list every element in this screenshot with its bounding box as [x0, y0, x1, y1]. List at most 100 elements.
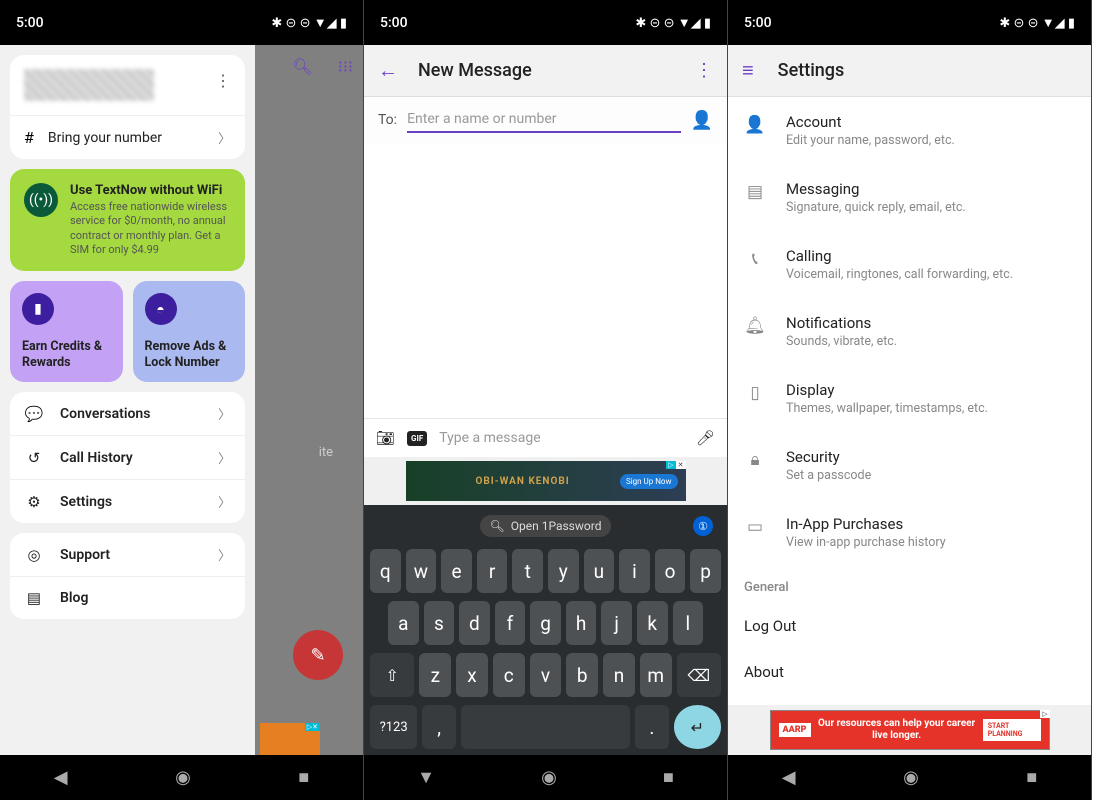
key-s[interactable]: s: [424, 601, 455, 645]
key-d[interactable]: d: [459, 601, 490, 645]
key-m[interactable]: m: [640, 653, 672, 697]
home-button[interactable]: ◉: [541, 767, 557, 788]
key-f[interactable]: f: [495, 601, 526, 645]
message-input[interactable]: Type a message: [439, 430, 684, 446]
earn-credits-tile[interactable]: ▮ Earn Credits & Rewards: [10, 281, 123, 382]
promo-subtitle: Access free nationwide wireless service …: [70, 200, 231, 257]
key-symbols[interactable]: ?123: [370, 705, 417, 749]
security-subtitle: Set a passcode: [786, 468, 871, 483]
key-l[interactable]: l: [673, 601, 704, 645]
home-button[interactable]: ◉: [903, 767, 919, 788]
about-item[interactable]: About: [728, 649, 1091, 695]
keyboard-row-1: q w e r t y u i o p: [370, 549, 721, 593]
back-arrow-icon[interactable]: ←: [378, 58, 398, 83]
system-nav-bar: ▼ ◉ ■: [364, 755, 727, 800]
kebab-icon[interactable]: ⋮: [695, 60, 713, 81]
wallet-icon: ▮: [22, 293, 54, 325]
kebab-icon[interactable]: ⋮: [215, 71, 231, 90]
call-history-item[interactable]: ↺ Call History 〉: [10, 435, 245, 479]
adchoices-icon[interactable]: ▷: [1040, 710, 1049, 718]
key-n[interactable]: n: [603, 653, 635, 697]
settings-list[interactable]: 👤 AccountEdit your name, password, etc. …: [728, 97, 1091, 705]
key-period[interactable]: .: [635, 705, 669, 749]
bring-number-label: Bring your number: [48, 130, 204, 146]
page-title: New Message: [418, 60, 675, 81]
chevron-right-icon: 〉: [218, 492, 231, 511]
key-enter[interactable]: ↵: [674, 705, 721, 749]
recipient-input[interactable]: [407, 107, 681, 133]
recents-button[interactable]: ■: [298, 767, 309, 788]
sim-promo-card[interactable]: ((•)) Use TextNow without WiFi Access fr…: [10, 169, 245, 271]
logout-item[interactable]: Log Out: [728, 603, 1091, 649]
screen-content: ≡ Settings 👤 AccountEdit your name, pass…: [728, 45, 1091, 755]
messaging-item[interactable]: ▤ MessagingSignature, quick reply, email…: [728, 164, 1091, 231]
hamburger-icon[interactable]: ≡: [742, 58, 754, 83]
security-item[interactable]: 🔒︎ SecuritySet a passcode: [728, 432, 1091, 499]
remove-ads-tile[interactable]: ◓ Remove Ads & Lock Number: [133, 281, 246, 382]
notifications-item[interactable]: 🔔︎ NotificationsSounds, vibrate, etc.: [728, 298, 1091, 365]
lock-icon: 🔒︎: [744, 450, 766, 470]
key-h[interactable]: h: [566, 601, 597, 645]
key-g[interactable]: g: [530, 601, 561, 645]
purchases-item[interactable]: ▭ In-App PurchasesView in-app purchase h…: [728, 499, 1091, 566]
key-q[interactable]: q: [370, 549, 401, 593]
conversations-item[interactable]: 💬 Conversations 〉: [10, 392, 245, 435]
key-backspace[interactable]: ⌫: [677, 653, 721, 697]
key-x[interactable]: x: [456, 653, 488, 697]
search-icon[interactable]: 🔍︎: [292, 57, 312, 76]
key-k[interactable]: k: [637, 601, 668, 645]
key-u[interactable]: u: [584, 549, 615, 593]
key-e[interactable]: e: [441, 549, 472, 593]
key-c[interactable]: c: [493, 653, 525, 697]
contact-icon[interactable]: 👤: [691, 110, 713, 131]
keyboard-row-3: ⇧ z x c v b n m ⌫: [370, 653, 721, 697]
ad-logo: AARP: [779, 723, 811, 737]
home-button[interactable]: ◉: [175, 767, 191, 788]
settings-item[interactable]: ⚙ Settings 〉: [10, 479, 245, 523]
camera-icon[interactable]: 📷︎: [376, 429, 395, 447]
key-v[interactable]: v: [530, 653, 562, 697]
gif-icon[interactable]: GIF: [407, 431, 427, 446]
key-r[interactable]: r: [477, 549, 508, 593]
key-shift[interactable]: ⇧: [370, 653, 414, 697]
key-a[interactable]: a: [388, 601, 419, 645]
key-b[interactable]: b: [566, 653, 598, 697]
display-subtitle: Themes, wallpaper, timestamps, etc.: [786, 401, 988, 416]
recents-button[interactable]: ■: [663, 767, 674, 788]
mic-icon[interactable]: 🎤︎: [696, 429, 715, 447]
key-o[interactable]: o: [655, 549, 686, 593]
ad-banner[interactable]: OBI-WAN KENOBI Sign Up Now ▷✕: [406, 461, 686, 501]
account-item[interactable]: 👤 AccountEdit your name, password, etc.: [728, 97, 1091, 164]
back-button[interactable]: ◀: [54, 767, 68, 788]
ad-banner[interactable]: AARP Our resources can help your career …: [770, 710, 1050, 750]
back-button[interactable]: ▼: [417, 767, 435, 788]
display-item[interactable]: ▯ DisplayThemes, wallpaper, timestamps, …: [728, 365, 1091, 432]
adchoices-icon[interactable]: ▷✕: [666, 461, 685, 469]
onepassword-icon[interactable]: ①: [693, 516, 713, 536]
app-bar: ← New Message ⋮: [364, 45, 727, 97]
key-z[interactable]: z: [419, 653, 451, 697]
back-button[interactable]: ◀: [782, 767, 796, 788]
key-p[interactable]: p: [690, 549, 721, 593]
onepassword-chip[interactable]: 🔍︎Open 1Password: [480, 515, 612, 537]
compose-fab[interactable]: ✎: [293, 630, 343, 680]
recents-button[interactable]: ■: [1026, 767, 1037, 788]
key-j[interactable]: j: [601, 601, 632, 645]
blog-item[interactable]: ▤ Blog: [10, 576, 245, 619]
key-i[interactable]: i: [619, 549, 650, 593]
ad-container: AARP Our resources can help your career …: [728, 705, 1091, 755]
key-w[interactable]: w: [406, 549, 437, 593]
calling-item[interactable]: 📞︎ CallingVoicemail, ringtones, call for…: [728, 231, 1091, 298]
key-t[interactable]: t: [512, 549, 543, 593]
bring-number-row[interactable]: # Bring your number 〉: [10, 115, 245, 159]
ad-cta[interactable]: START PLANNING: [983, 719, 1041, 741]
key-comma[interactable]: ,: [422, 705, 456, 749]
support-item[interactable]: ◎ Support 〉: [10, 533, 245, 576]
key-y[interactable]: y: [548, 549, 579, 593]
dialpad-icon[interactable]: ⁝⁝⁝: [338, 57, 353, 76]
key-space[interactable]: [461, 705, 630, 749]
system-nav-bar: ◀ ◉ ■: [728, 755, 1091, 800]
bottom-ad[interactable]: ▷✕: [260, 723, 320, 755]
keyboard-row-2: a s d f g h j k l: [370, 601, 721, 645]
ad-cta[interactable]: Sign Up Now: [620, 474, 678, 489]
